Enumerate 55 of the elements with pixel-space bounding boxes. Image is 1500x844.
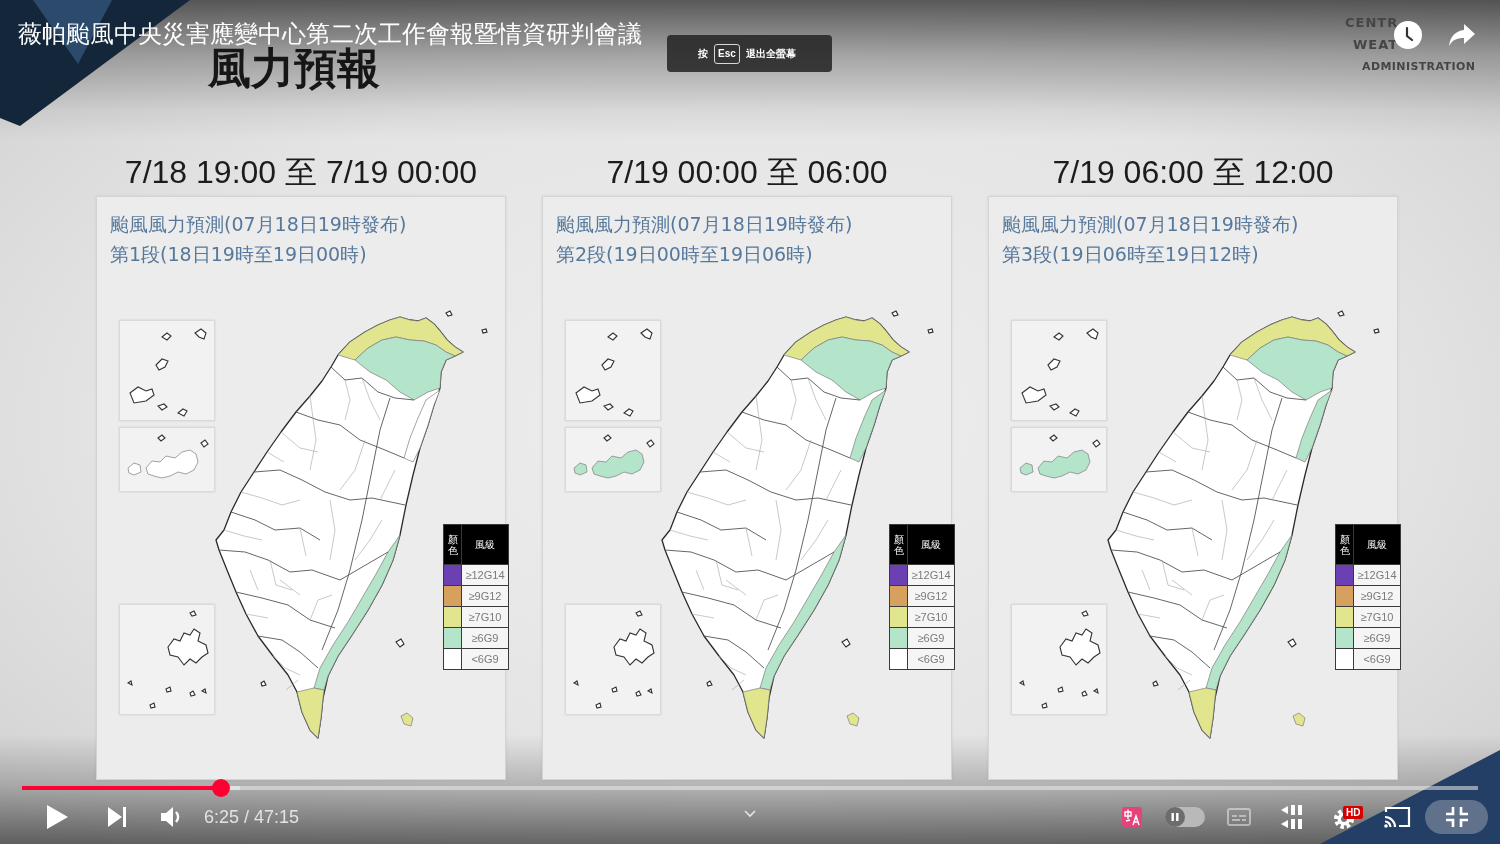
- exit-fullscreen-button[interactable]: [1425, 800, 1488, 834]
- legend-label: ≥12G14: [462, 565, 508, 585]
- map-subtitle: 第3段(19日06時至19日12時): [1002, 242, 1259, 267]
- legend-label: ≥7G10: [462, 607, 508, 627]
- panel-heading: 7/19 00:00 至 06:00: [605, 154, 889, 190]
- map-subtitle: 第1段(18日19時至19日00時): [110, 242, 367, 267]
- next-icon[interactable]: [107, 806, 127, 828]
- scrubber-handle[interactable]: [212, 779, 231, 797]
- legend-label: ≥6G9: [462, 628, 508, 648]
- map-title: 颱風風力預測(07月18日19時發布): [110, 212, 407, 237]
- legend-label: ≥6G9: [908, 628, 954, 648]
- translate-icon[interactable]: [1122, 807, 1142, 827]
- progress-track[interactable]: [22, 786, 1478, 790]
- share-icon[interactable]: [1448, 23, 1476, 47]
- legend-header: 風級: [462, 525, 508, 564]
- legend-label: ≥12G14: [1354, 565, 1400, 585]
- legend-header: 風級: [908, 525, 954, 564]
- legend-label: ≥9G12: [462, 586, 508, 606]
- map-subtitle: 第2段(19日00時至19日06時): [556, 242, 813, 267]
- video-title: 薇帕颱風中央災害應變中心第二次工作會報暨情資研判會議: [18, 21, 642, 47]
- legend-header: 顏色: [1336, 525, 1353, 564]
- legend-label: ≥7G10: [1354, 607, 1400, 627]
- quality-badge: HD: [1343, 806, 1364, 819]
- islands-drawing: [157, 434, 209, 448]
- triangle-bars-icon[interactable]: [1279, 805, 1304, 829]
- legend-label: ≥7G10: [908, 607, 954, 627]
- panel-heading: 7/18 19:00 至 7/19 00:00: [123, 154, 479, 190]
- autoplay-toggle[interactable]: [1165, 807, 1205, 827]
- cast-icon[interactable]: [1384, 806, 1411, 828]
- legend-label: ≥9G12: [1354, 586, 1400, 606]
- legend-header: 風級: [1354, 525, 1400, 564]
- time-display: 6:25 / 47:15: [204, 806, 300, 828]
- map-title: 颱風風力預測(07月18日19時發布): [1002, 212, 1299, 237]
- legend-label: <6G9: [462, 649, 508, 669]
- panel-heading: 7/19 06:00 至 12:00: [1051, 154, 1335, 190]
- hint-text: 退出全螢幕: [745, 46, 796, 61]
- logo-text: ADMINISTRATION: [1362, 59, 1476, 75]
- logo-text: WEAT: [1353, 36, 1399, 54]
- hint-text: 按: [698, 46, 708, 61]
- islands-drawing: [603, 434, 655, 448]
- legend-header: 顏色: [444, 525, 461, 564]
- legend-label: ≥9G12: [908, 586, 954, 606]
- legend-label: ≥12G14: [908, 565, 954, 585]
- legend-header: 顏色: [890, 525, 907, 564]
- exit-fullscreen-icon: [1444, 806, 1469, 828]
- legend-label: ≥6G9: [1354, 628, 1400, 648]
- legend-label: <6G9: [1354, 649, 1400, 669]
- legend-label: <6G9: [908, 649, 954, 669]
- play-icon[interactable]: [45, 804, 69, 830]
- islands-drawing: [1049, 434, 1101, 448]
- pause-knob-icon: [1165, 807, 1185, 827]
- map-title: 颱風風力預測(07月18日19時發布): [556, 212, 853, 237]
- chevron-down-icon[interactable]: [744, 810, 756, 818]
- slide-heading: 風力預報: [208, 46, 380, 90]
- key-cap: Esc: [714, 43, 740, 64]
